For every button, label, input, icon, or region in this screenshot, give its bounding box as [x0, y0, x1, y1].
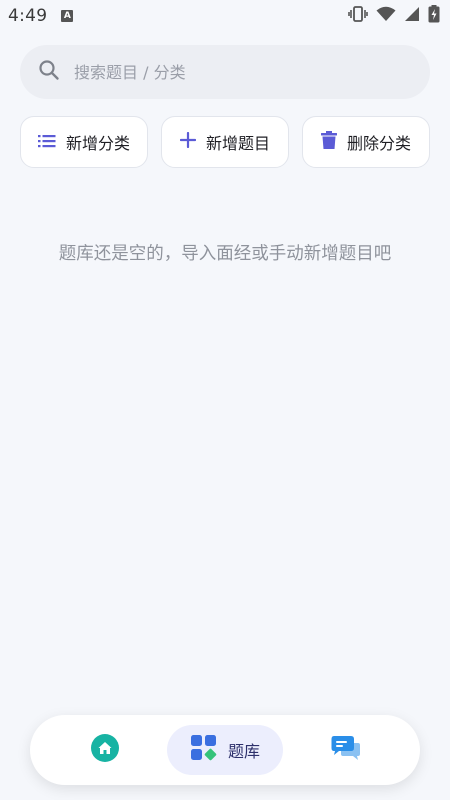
status-bar: 4:49 A	[0, 0, 450, 32]
notification-a-icon: A	[61, 10, 74, 22]
status-right	[348, 5, 440, 27]
add-category-label: 新增分类	[65, 134, 130, 153]
trash-icon	[320, 131, 337, 153]
empty-state-message: 题库还是空的，导入面经或手动新增题目吧	[58, 244, 392, 264]
status-left: 4:49 A	[8, 6, 74, 26]
search-icon	[38, 59, 60, 85]
nav-home[interactable]	[85, 725, 125, 775]
nav-question-bank-label: 题库	[227, 742, 260, 761]
chat-icon	[331, 734, 361, 766]
app-screen: 4:49 A 搜索题目 / 分类 新增分类 新增题目 删除分类 题库还是空的，导…	[0, 0, 450, 800]
nav-question-bank[interactable]: 题库	[167, 725, 283, 775]
nav-chat[interactable]	[326, 725, 366, 775]
battery-icon	[428, 5, 440, 27]
status-time: 4:49	[8, 6, 48, 26]
plus-icon	[179, 131, 197, 152]
search-input[interactable]	[74, 62, 394, 82]
add-question-label: 新增题目	[205, 134, 270, 153]
delete-category-label: 删除分类	[346, 134, 411, 153]
bottom-nav: 题库	[30, 715, 420, 785]
action-row: 新增分类 新增题目 删除分类	[20, 116, 430, 168]
delete-category-button[interactable]: 删除分类	[302, 116, 430, 168]
home-icon	[91, 734, 119, 766]
add-category-button[interactable]: 新增分类	[20, 116, 148, 168]
vibrate-icon	[348, 6, 368, 26]
question-bank-icon	[190, 734, 218, 766]
signal-icon	[404, 6, 420, 26]
search-bar[interactable]	[20, 45, 430, 99]
list-icon	[37, 133, 56, 152]
wifi-icon	[376, 6, 396, 26]
add-question-button[interactable]: 新增题目	[161, 116, 289, 168]
